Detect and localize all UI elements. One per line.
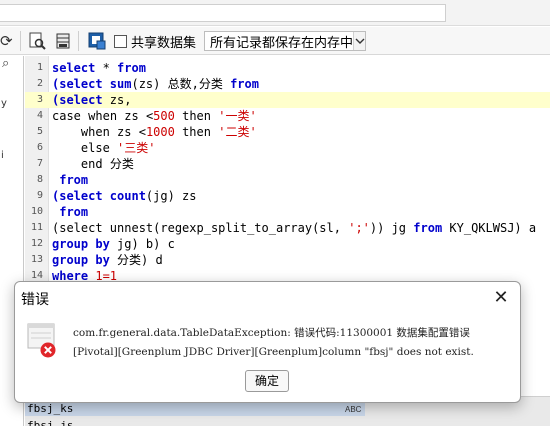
code-line: 6 else '三类' [25,140,550,156]
address-input[interactable] [0,4,446,22]
error-dialog: 错误 ✕ com.fr.general.data.TableDataExcept… [14,281,521,403]
code-line: 7 end 分类 [25,156,550,172]
parameter-row-selected[interactable]: fbsj_ks [25,402,365,416]
preview-icon[interactable] [28,32,46,50]
line-number: 1 [36,62,43,73]
search-icon[interactable]: ⌕ [2,56,9,71]
share-dataset-option[interactable]: 共享数据集 [114,33,197,50]
parameter-row[interactable]: fbsj_js [25,419,73,426]
error-icon [27,323,56,358]
line-number: 11 [30,222,43,233]
line-number: 10 [30,206,43,217]
storage-mode-select[interactable]: 所有记录都保存在内存中 [204,31,366,51]
code-line: 1 select * from [25,60,550,76]
close-icon[interactable]: ✕ [491,288,511,308]
line-number: 7 [36,158,43,169]
error-message-line: [Pivotal][Greenplum JDBC Driver][Greenpl… [73,346,474,358]
code-line: 9 (select count(jg) zs [25,188,550,204]
database-icon[interactable] [54,32,72,50]
abc-type-icon: ABC [345,405,362,414]
tree-item-fragment: y [1,98,7,109]
error-message: com.fr.general.data.TableDataException: … [73,324,517,362]
code-line: 4 case when zs <500 then '一类' [25,108,550,124]
chevron-down-icon[interactable] [353,32,365,50]
code-line: 5 when zs <1000 then '二类' [25,124,550,140]
code-line-current: 3 (select zs, [25,92,550,108]
ok-button[interactable]: 确定 [245,370,289,392]
error-message-line: com.fr.general.data.TableDataException: … [73,327,470,339]
storage-mode-value: 所有记录都保存在内存中 [210,34,354,50]
dialog-title: 错误 [21,291,49,307]
line-number: 5 [36,126,43,137]
code-line: 13 group by 分类) d [25,252,550,268]
line-number: 12 [30,238,43,249]
share-dataset-label: 共享数据集 [131,34,197,50]
line-number: 2 [36,78,43,89]
code-line: 12 group by jg) b) c [25,236,550,252]
code-line: 11 (select unnest(regexp_split_to_array(… [25,220,550,236]
line-number: 8 [36,174,43,185]
code-line: 10 from [25,204,550,220]
toolbar-separator [78,31,79,51]
refresh-icon[interactable]: ⟳ [0,31,13,51]
toolbar-separator [20,31,21,51]
toolbar: ⟳ 共享数据集 所有记录都保存在内存中 [0,27,550,55]
address-bar-area [0,0,550,26]
line-number: 4 [36,110,43,121]
tree-item-fragment: i [1,150,4,161]
share-dataset-checkbox[interactable] [114,34,127,48]
code-line: 8 from [25,172,550,188]
line-number: 9 [36,190,43,201]
line-number: 6 [36,142,43,153]
line-number: 13 [30,254,43,265]
code-line: 2 (select sum(zs) 总数,分类 from [25,76,550,92]
parameter-icon[interactable] [88,32,106,50]
line-number: 3 [36,94,43,105]
